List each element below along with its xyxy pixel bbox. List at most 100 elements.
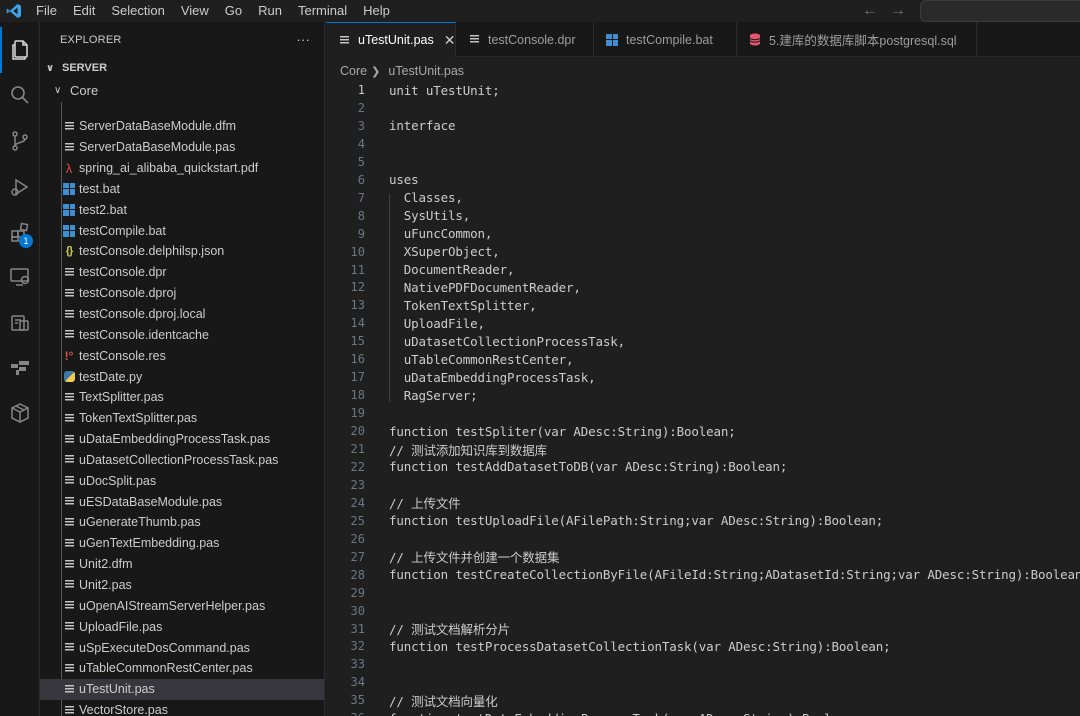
command-center-search[interactable] — [920, 0, 1080, 22]
explorer-header: EXPLORER ··· — [40, 22, 324, 57]
file-row[interactable]: testCompile.bat — [40, 220, 324, 241]
file-row[interactable]: uDatasetCollectionProcessTask.pas — [40, 450, 324, 471]
file-row[interactable]: TokenTextSplitter.pas — [40, 408, 324, 429]
code-text: TokenTextSplitter, — [389, 297, 537, 313]
code-line: 5 — [326, 153, 1080, 171]
database-file-icon — [747, 32, 763, 48]
file-row[interactable]: testConsole.dproj.local — [40, 304, 324, 325]
file-row[interactable]: TextSplitter.pas — [40, 387, 324, 408]
batch-file-icon — [604, 32, 620, 48]
tab[interactable]: testCompile.bat — [594, 22, 737, 57]
code-line: 17 uDataEmbeddingProcessTask, — [326, 368, 1080, 386]
timeline-icon[interactable] — [0, 344, 40, 390]
pascal-file-icon — [61, 619, 77, 635]
source-control-icon[interactable] — [0, 118, 40, 164]
file-row[interactable]: uGenerateThumb.pas — [40, 512, 324, 533]
code-line: 22 function testAddDatasetToDB(var ADesc:… — [326, 458, 1080, 476]
code-editor[interactable]: 1 unit uTestUnit; 2 3 interface 4 5 6 uses 7 Clas… — [326, 81, 1080, 716]
file-row[interactable]: testConsole.dpr — [40, 262, 324, 283]
code-text: DocumentReader, — [389, 262, 515, 277]
file-row[interactable]: Unit2.dfm — [40, 554, 324, 575]
menu-selection[interactable]: Selection — [103, 0, 172, 22]
line-number: 33 — [350, 657, 365, 672]
pascal-file-icon — [61, 410, 77, 426]
file-row[interactable]: !° testConsole.res — [40, 345, 324, 366]
menu-edit[interactable]: Edit — [65, 0, 103, 22]
code-line: 10 XSuperObject, — [326, 243, 1080, 261]
file-row[interactable]: testConsole.identcache — [40, 324, 324, 345]
forward-arrow-icon[interactable]: → — [890, 2, 906, 20]
tab[interactable]: 5.建库的数据库脚本postgresql.sql — [737, 22, 977, 57]
python-file-icon — [61, 369, 77, 385]
explorer-icon[interactable] — [0, 27, 40, 73]
breadcrumb-file[interactable]: uTestUnit.pas — [388, 64, 464, 78]
tab-label: 5.建库的数据库脚本postgresql.sql — [769, 34, 957, 48]
line-number: 14 — [350, 316, 365, 331]
code-line: 23 — [326, 476, 1080, 494]
batch-file-icon — [61, 202, 77, 218]
line-number: 24 — [350, 495, 365, 510]
file-row[interactable]: λ spring_ai_alibaba_quickstart.pdf — [40, 158, 324, 179]
file-row[interactable]: test.bat — [40, 179, 324, 200]
line-number: 8 — [357, 208, 365, 223]
remote-explorer-icon[interactable] — [0, 254, 40, 300]
code-text: function testDataEmbeddingProcessTask(va… — [389, 711, 861, 716]
file-row[interactable]: uDocSplit.pas — [40, 470, 324, 491]
menu-terminal[interactable]: Terminal — [290, 0, 355, 22]
file-row[interactable]: uSpExecuteDosCommand.pas — [40, 637, 324, 658]
tab[interactable]: uTestUnit.pas ✕ — [326, 22, 456, 57]
file-row[interactable]: uOpenAIStreamServerHelper.pas — [40, 595, 324, 616]
file-row[interactable]: uTestUnit.pas — [40, 678, 324, 700]
workspace-root[interactable]: ∨ SERVER — [40, 57, 324, 79]
line-number: 32 — [350, 639, 365, 654]
file-row[interactable]: test2.bat — [40, 199, 324, 220]
file-row[interactable]: Unit2.pas — [40, 575, 324, 596]
more-actions-icon[interactable]: ··· — [296, 32, 310, 47]
file-row[interactable]: uDataEmbeddingProcessTask.pas — [40, 429, 324, 450]
menu-run[interactable]: Run — [250, 0, 290, 22]
file-row[interactable]: ServerDataBaseModule.pas — [40, 137, 324, 158]
back-arrow-icon[interactable]: ← — [862, 2, 878, 20]
file-name: uTableCommonRestCenter.pas — [79, 661, 253, 676]
file-row[interactable]: testConsole.dproj — [40, 283, 324, 304]
file-name: VectorStore.pas — [79, 703, 168, 716]
tab-label: uTestUnit.pas — [358, 33, 434, 47]
breadcrumb-folder[interactable]: Core — [340, 64, 367, 78]
menu-help[interactable]: Help — [355, 0, 398, 22]
file-row[interactable]: uTableCommonRestCenter.pas — [40, 658, 324, 679]
extensions-icon[interactable]: 1 — [0, 210, 40, 256]
batch-file-icon — [61, 181, 77, 197]
line-number: 19 — [350, 406, 365, 421]
containers-icon[interactable] — [0, 300, 40, 346]
pascal-file-icon — [61, 118, 77, 134]
line-number: 10 — [350, 244, 365, 259]
file-row[interactable]: testDate.py — [40, 366, 324, 387]
file-row[interactable]: uESDataBaseModule.pas — [40, 491, 324, 512]
code-text: uDatasetCollectionProcessTask, — [389, 333, 626, 349]
line-number: 20 — [350, 424, 365, 439]
code-text: RagServer; — [389, 387, 478, 403]
run-debug-icon[interactable] — [0, 164, 40, 210]
code-text: function testCreateCollectionByFile(AFil… — [389, 567, 1080, 583]
menu-view[interactable]: View — [173, 0, 217, 22]
file-row[interactable]: {} testConsole.delphilsp.json — [40, 241, 324, 262]
file-name: testConsole.res — [79, 348, 166, 363]
line-number: 17 — [350, 370, 365, 385]
file-row[interactable]: ServerDataBaseModule.dfm — [40, 116, 324, 137]
code-line: 7 Classes, — [326, 189, 1080, 207]
search-icon[interactable] — [0, 72, 40, 118]
menu-go[interactable]: Go — [217, 0, 250, 22]
code-line: 2 — [326, 99, 1080, 117]
menu-file[interactable]: File — [28, 0, 65, 22]
line-number: 34 — [350, 675, 365, 690]
close-icon[interactable]: ✕ — [444, 32, 456, 49]
folder-core-label: Core — [70, 82, 99, 98]
file-row[interactable]: uGenTextEmbedding.pas — [40, 533, 324, 554]
folder-core[interactable]: ∨ Core — [40, 79, 324, 101]
line-number: 5 — [357, 154, 365, 169]
package-icon[interactable] — [0, 390, 40, 436]
tab[interactable]: testConsole.dpr — [456, 22, 594, 57]
file-row[interactable]: VectorStore.pas — [40, 700, 324, 716]
code-text: function testAddDatasetToDB(var ADesc:St… — [389, 459, 788, 475]
file-row[interactable]: UploadFile.pas — [40, 616, 324, 637]
